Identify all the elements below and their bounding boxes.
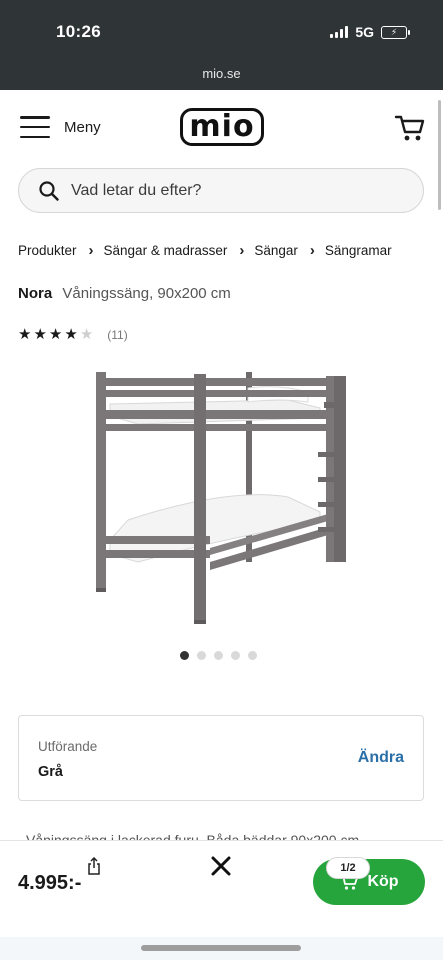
cart-button[interactable] (393, 110, 427, 144)
star-icon: ★ (64, 326, 78, 343)
breadcrumb-item-sangramar[interactable]: Sängramar (325, 243, 392, 258)
cart-icon (394, 115, 425, 141)
signal-icon (330, 26, 349, 38)
star-empty-icon: ★ (79, 326, 94, 343)
site-header: Meny mio (0, 90, 443, 166)
carousel-dot[interactable] (180, 651, 189, 660)
star-icon: ★ (48, 326, 63, 343)
search-input[interactable]: Vad letar du efter? (71, 182, 201, 200)
bottom-buy-bar: 4.995:- Köp 1/2 (0, 840, 443, 960)
status-indicators: 5G ⚡ (330, 24, 410, 40)
breadcrumb-item-produkter[interactable]: Produkter (18, 243, 77, 258)
status-time: 10:26 (56, 22, 101, 41)
variant-label: Utförande (38, 739, 98, 754)
carousel-dot[interactable] (231, 651, 240, 660)
product-rating[interactable]: ★ ★ ★ ★ ★ (11) (18, 327, 128, 342)
change-variant-button[interactable]: Ändra (358, 749, 404, 767)
page-indicator-badge: 1/2 (326, 857, 370, 879)
menu-label: Meny (64, 118, 101, 136)
carousel-dot[interactable] (197, 651, 206, 660)
variant-selector: Utförande Grå Ändra (18, 715, 424, 801)
network-label: 5G (355, 24, 374, 40)
search-icon (39, 180, 59, 201)
breadcrumb-item-sangar-madrasser[interactable]: Sängar & madrasser (104, 243, 228, 258)
carousel-dot[interactable] (214, 651, 223, 660)
carousel-dot[interactable] (248, 651, 257, 660)
product-title: Nora Våningssäng, 90x200 cm (18, 285, 231, 302)
close-icon (211, 856, 231, 876)
review-count[interactable]: (11) (107, 328, 127, 342)
price: 4.995:- (18, 872, 82, 894)
buy-label: Köp (367, 873, 399, 890)
product-brand: Nora (18, 285, 53, 302)
search-bar[interactable]: Vad letar du efter? (18, 168, 424, 213)
battery-icon: ⚡ (381, 25, 410, 39)
image-carousel-dots (180, 651, 257, 660)
share-icon (88, 856, 100, 875)
breadcrumb-item-sangar[interactable]: Sängar (254, 243, 298, 258)
browser-top-bar: 10:26 5G ⚡ mio.se (0, 0, 443, 90)
hamburger-icon (20, 116, 50, 138)
chevron-right-icon: › (239, 242, 245, 259)
product-description: Våningssäng, 90x200 cm (62, 285, 231, 302)
url-bar[interactable]: mio.se (0, 66, 443, 81)
breadcrumb: Produkter › Sängar & madrasser › Sängar … (18, 242, 392, 259)
variant-value: Grå (38, 764, 63, 780)
chevron-right-icon: › (309, 242, 315, 259)
home-indicator[interactable] (141, 945, 301, 951)
star-icon: ★ (18, 326, 32, 343)
star-icon: ★ (33, 326, 47, 343)
menu-button[interactable]: Meny (20, 116, 101, 138)
close-button[interactable] (208, 853, 234, 879)
chevron-right-icon: › (88, 242, 94, 259)
site-logo[interactable]: mio (180, 108, 264, 146)
product-image[interactable] (88, 362, 358, 632)
share-button[interactable] (86, 856, 102, 875)
